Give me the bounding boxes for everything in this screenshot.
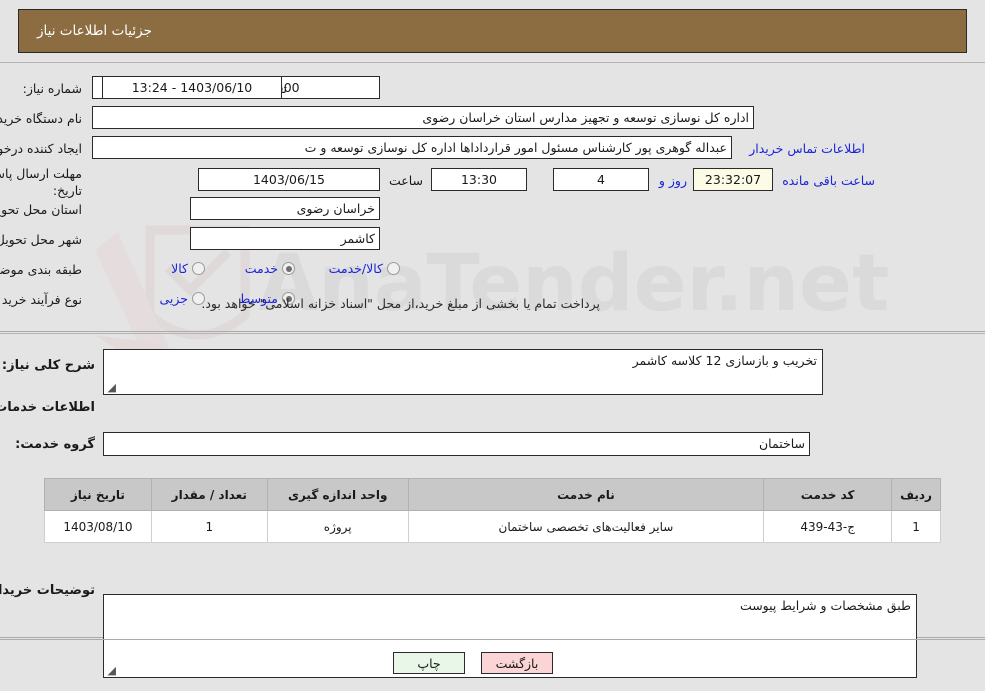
cell-code: ج-43-439 — [763, 510, 893, 543]
remaining-days-label: روز و — [658, 173, 687, 188]
table-header-row: ردیف کد خدمت نام خدمت واحد اندازه گیری ت… — [44, 478, 941, 511]
general-desc-textarea[interactable]: تخریب و بازسازی 12 کلاسه کاشمر ◢ — [103, 349, 823, 395]
col-unit: واحد اندازه گیری — [266, 478, 409, 511]
category-label: طبقه بندی موضوعی: — [0, 262, 82, 277]
cell-name: سایر فعالیت‌های تخصصی ساختمان — [407, 510, 765, 543]
process-label: نوع فرآیند خرید : — [0, 292, 82, 307]
col-qty: تعداد / مقدار — [150, 478, 268, 511]
services-table: ردیف کد خدمت نام خدمت واحد اندازه گیری ت… — [44, 478, 941, 543]
cell-qty: 1 — [150, 510, 268, 543]
remaining-suffix-label: ساعت باقی مانده — [782, 173, 875, 188]
service-group-label: گروه خدمت: — [15, 437, 95, 452]
category-option-2-label: کالا/خدمت — [328, 261, 383, 276]
need-summary-panel: شماره نیاز: 1103004542000500 تاریخ و ساع… — [0, 62, 985, 332]
cell-row: 1 — [891, 510, 941, 543]
deadline-hour-label: ساعت — [388, 173, 423, 188]
back-button[interactable]: بازگشت — [481, 652, 553, 674]
creator-label: ایجاد کننده درخواست: — [0, 141, 82, 156]
col-code: کد خدمت — [763, 478, 893, 511]
buyer-org-value: اداره کل نوسازی توسعه و تجهیز مدارس استا… — [92, 106, 754, 129]
process-option-0[interactable]: جزیی — [159, 291, 205, 306]
cell-unit: پروژه — [266, 510, 409, 543]
payment-note: پرداخت تمام یا بخشی از مبلغ خرید،از محل … — [201, 296, 600, 311]
deadline-label-line1: مهلت ارسال پاسخ: تا — [0, 166, 82, 181]
general-desc-value: تخریب و بازسازی 12 کلاسه کاشمر — [632, 353, 817, 368]
radio-icon[interactable] — [282, 262, 295, 275]
page-header: جزئیات اطلاعات نیاز — [18, 9, 967, 53]
col-row: ردیف — [891, 478, 941, 511]
radio-icon[interactable] — [192, 262, 205, 275]
process-option-0-label: جزیی — [159, 291, 188, 306]
buyer-org-label: نام دستگاه خریدار: — [0, 111, 82, 126]
page-title: جزئیات اطلاعات نیاز — [37, 23, 152, 39]
general-desc-label: شرح کلی نیاز: — [1, 358, 95, 373]
province-label: استان محل تحویل: — [0, 202, 82, 217]
col-date: تاریخ نیاز — [44, 478, 152, 511]
deadline-label-line2: تاریخ: — [52, 183, 82, 198]
need-details-panel: شرح کلی نیاز: تخریب و بازسازی 12 کلاسه ک… — [0, 333, 985, 678]
city-label: شهر محل تحویل: — [0, 232, 82, 247]
buyer-notes-value: طبق مشخصات و شرایط پیوست — [739, 598, 911, 613]
creator-value: عبداله گوهری پور کارشناس مسئول امور قرار… — [92, 136, 732, 159]
resize-grip-icon[interactable]: ◢ — [106, 382, 116, 393]
remaining-countdown: 23:32:07 — [693, 168, 773, 191]
service-group-value: ساختمان — [103, 432, 810, 456]
province-value: خراسان رضوی — [190, 197, 380, 220]
need-number-label: شماره نیاز: — [22, 81, 82, 96]
deadline-date-value: 1403/06/15 — [198, 168, 380, 191]
category-option-0[interactable]: کالا — [171, 261, 205, 276]
radio-icon[interactable] — [387, 262, 400, 275]
buyer-notes-label: توضیحات خریدار: — [0, 583, 95, 598]
print-button[interactable]: چاپ — [393, 652, 465, 674]
city-value: کاشمر — [190, 227, 380, 250]
footer-panel: بازگشت چاپ — [0, 639, 985, 691]
category-option-1-label: خدمت — [244, 261, 278, 276]
category-option-0-label: کالا — [171, 261, 188, 276]
cell-date: 1403/08/10 — [44, 510, 152, 543]
buyer-contact-link[interactable]: اطلاعات تماس خریدار — [749, 141, 865, 156]
remaining-days-value: 4 — [553, 168, 649, 191]
services-heading: اطلاعات خدمات مورد نیاز — [0, 400, 95, 415]
col-name: نام خدمت — [407, 478, 765, 511]
announce-datetime-value: 1403/06/10 - 13:24 — [102, 76, 282, 99]
table-row: 1 ج-43-439 سایر فعالیت‌های تخصصی ساختمان… — [44, 510, 941, 543]
page-root: AnaTender.net جزئیات اطلاعات نیاز شماره … — [0, 0, 985, 691]
category-option-2[interactable]: کالا/خدمت — [329, 261, 400, 276]
deadline-time-value: 13:30 — [431, 168, 527, 191]
category-option-1[interactable]: خدمت — [245, 261, 295, 276]
